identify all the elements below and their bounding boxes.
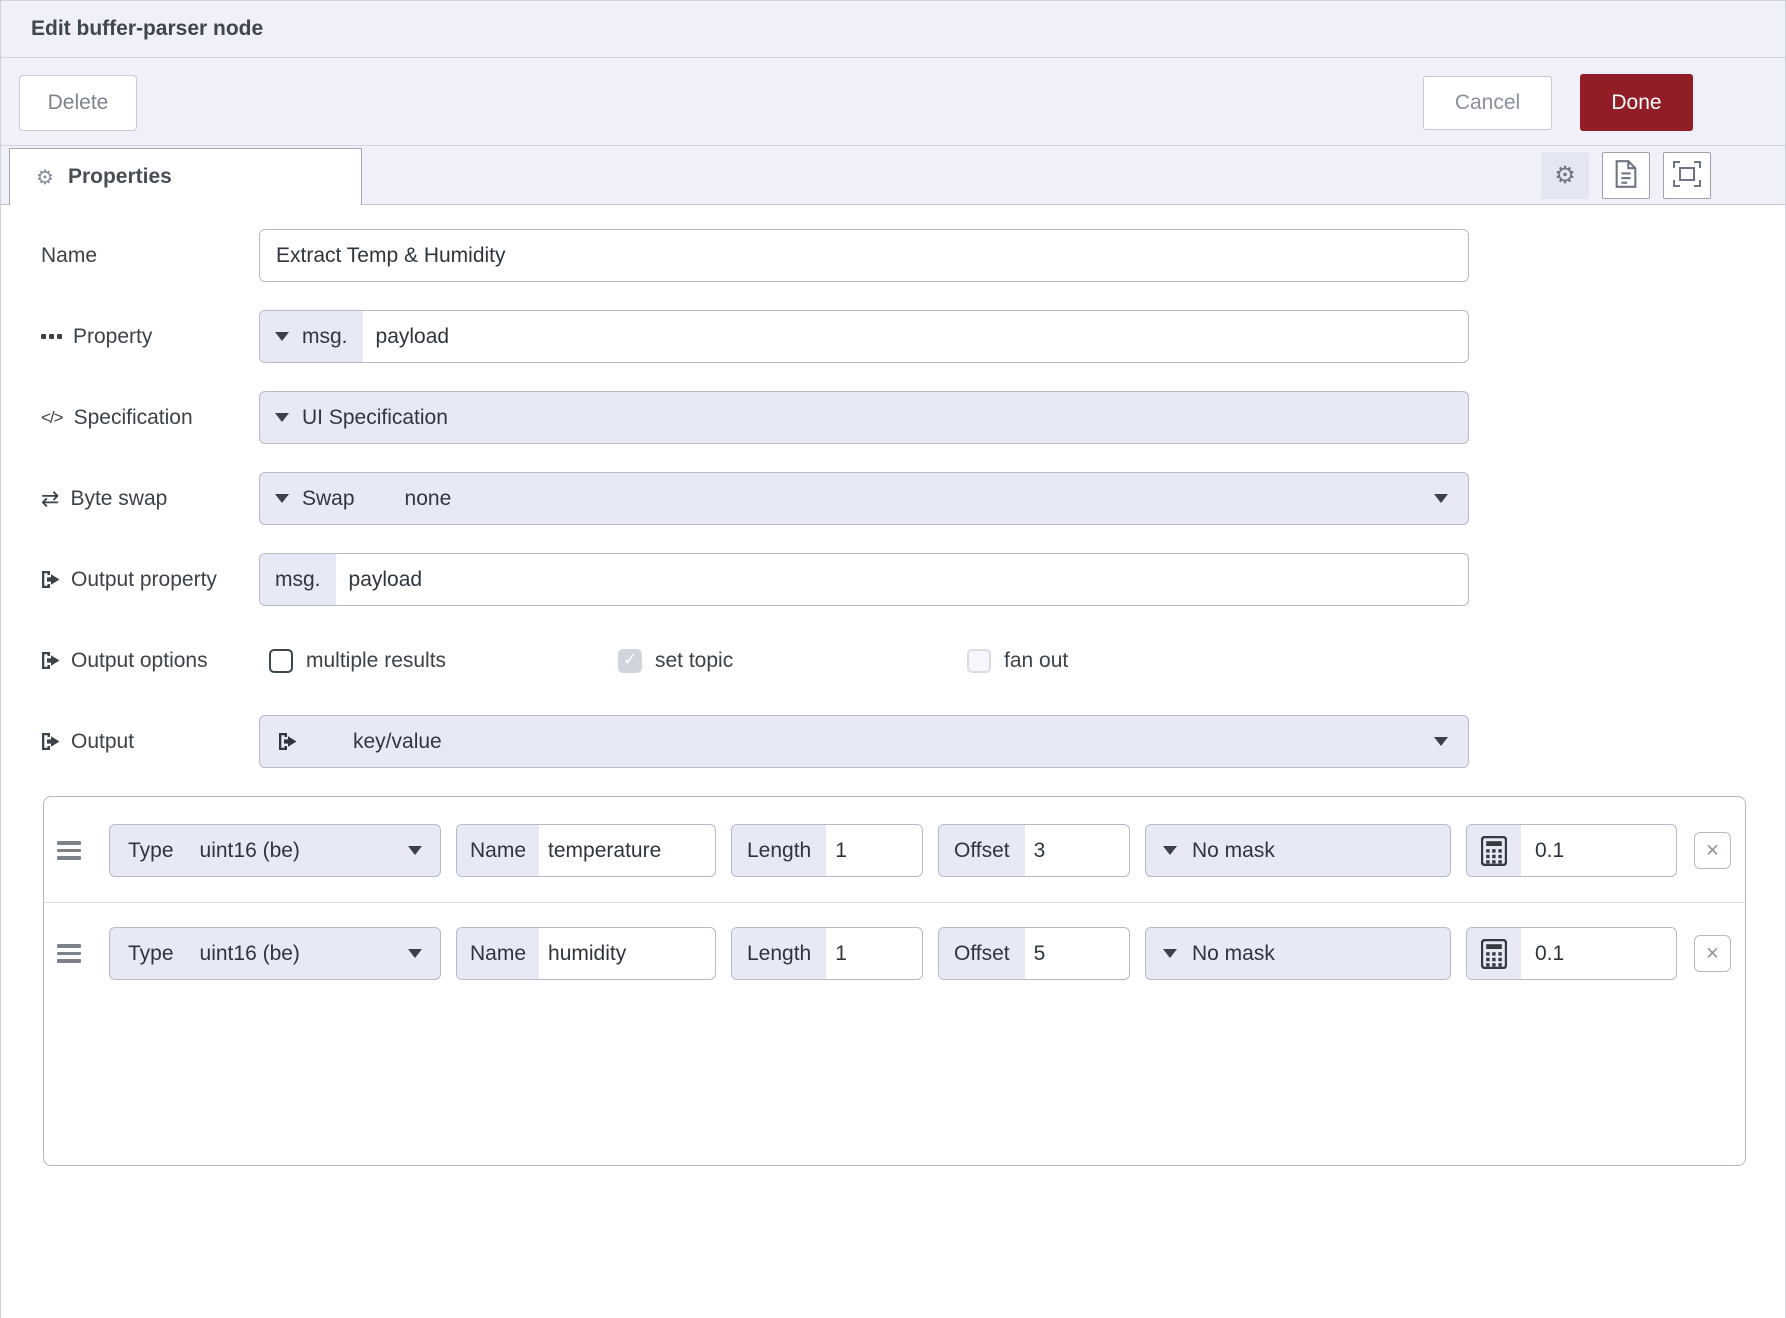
swap-arrows-icon: ⇄ [41,486,59,512]
resize-frame-icon [1672,160,1702,191]
output-property-type[interactable]: msg. [260,554,336,605]
cancel-button[interactable]: Cancel [1423,76,1552,130]
item-name-field[interactable]: Name [456,927,716,980]
item-scale-input[interactable] [1535,942,1676,966]
chevron-down-icon [275,494,289,503]
property-type-select[interactable]: msg. [260,311,363,362]
item-mask-select[interactable]: No mask [1145,927,1451,980]
properties-form: Name Property msg. [1,205,1785,1166]
sign-out-icon [41,652,60,669]
drag-handle-icon[interactable] [57,841,81,860]
option-fan-out[interactable]: fan out [967,649,1316,673]
property-label: Property [41,325,259,349]
tab-bar: ⚙ Properties ⚙ [1,146,1785,205]
name-field[interactable] [259,229,1469,282]
done-button[interactable]: Done [1580,74,1693,131]
item-mask-select[interactable]: No mask [1145,824,1451,877]
checkbox-fan-out[interactable] [967,649,991,673]
chevron-down-icon [408,846,422,855]
item-type-value: uint16 (be) [200,839,300,863]
byte-swap-label: ⇄ Byte swap [41,486,259,512]
item-mask-value: No mask [1192,839,1275,863]
option-set-topic[interactable]: set topic [618,649,967,673]
sign-out-icon [41,733,60,750]
item-mask-value: No mask [1192,942,1275,966]
specification-value: UI Specification [302,406,448,430]
option-multiple-results[interactable]: multiple results [269,649,618,673]
byte-swap-prefix: Swap [302,487,355,511]
chevron-down-icon [275,332,289,341]
item-offset-input[interactable] [1034,839,1129,863]
item-name-field[interactable]: Name [456,824,716,877]
specification-label: </> Specification [41,406,259,430]
chevron-down-icon [275,413,289,422]
chevron-down-icon [1434,494,1448,503]
item-type-value: uint16 (be) [200,942,300,966]
item-scale-input[interactable] [1535,839,1676,863]
item-length-field[interactable]: Length [731,927,923,980]
item-type-select[interactable]: Type uint16 (be) [109,927,441,980]
checkbox-set-topic[interactable] [618,649,642,673]
drag-handle-icon[interactable] [57,944,81,963]
gear-icon: ⚙ [1554,161,1576,190]
code-icon: </> [41,408,63,428]
item-offset-field[interactable]: Offset [938,824,1130,877]
delete-button[interactable]: Delete [19,75,137,131]
property-input[interactable] [376,325,1468,349]
output-property-input[interactable] [349,568,1468,592]
chevron-down-icon [1163,949,1177,958]
sign-out-icon [41,571,60,588]
page-title: Edit buffer-parser node [31,17,263,41]
remove-item-button[interactable]: ✕ [1694,832,1731,869]
parser-items-list: Type uint16 (be) Name Length [43,796,1746,1166]
close-icon: ✕ [1705,944,1719,964]
item-name-input[interactable] [548,839,715,863]
byte-swap-select[interactable]: Swap none [259,472,1469,525]
dialog-header: Edit buffer-parser node [1,1,1785,58]
item-scale-field[interactable] [1466,927,1677,980]
chevron-down-icon [408,949,422,958]
item-length-field[interactable]: Length [731,824,923,877]
item-scale-field[interactable] [1466,824,1677,877]
document-icon [1614,160,1638,191]
output-property-field[interactable]: msg. [259,553,1469,606]
chevron-down-icon [1434,737,1448,746]
item-type-select[interactable]: Type uint16 (be) [109,824,441,877]
remove-item-button[interactable]: ✕ [1694,935,1731,972]
action-bar: Delete Cancel Done [1,58,1785,146]
checkbox-multiple-results[interactable] [269,649,293,673]
item-name-input[interactable] [548,942,715,966]
properties-view-button[interactable]: ⚙ [1541,152,1589,199]
tab-properties-label: Properties [68,165,172,189]
close-icon: ✕ [1705,841,1719,861]
calculator-icon [1467,825,1521,876]
item-length-input[interactable] [835,942,922,966]
tab-properties[interactable]: ⚙ Properties [9,148,362,205]
name-input[interactable] [276,244,1468,268]
parser-item-row: Type uint16 (be) Name Length [44,822,1745,879]
item-offset-input[interactable] [1034,942,1129,966]
ellipsis-icon [41,334,62,339]
item-offset-field[interactable]: Offset [938,927,1130,980]
appearance-view-button[interactable] [1663,152,1711,199]
item-divider [44,902,1745,903]
gear-icon: ⚙ [36,165,54,190]
chevron-down-icon [1163,846,1177,855]
item-length-input[interactable] [835,839,922,863]
specification-select[interactable]: UI Specification [259,391,1469,444]
output-label: Output [41,730,259,754]
description-view-button[interactable] [1602,152,1650,199]
sign-out-icon [278,733,297,750]
output-property-label: Output property [41,568,259,592]
calculator-icon [1467,928,1521,979]
byte-swap-value: none [405,487,452,511]
property-field[interactable]: msg. [259,310,1469,363]
output-options-label: Output options [41,649,259,673]
name-label: Name [41,244,259,268]
parser-item-row: Type uint16 (be) Name Length [44,925,1745,982]
output-value: key/value [353,730,442,754]
output-select[interactable]: key/value [259,715,1469,768]
edit-node-dialog: Edit buffer-parser node Delete Cancel Do… [0,0,1786,1318]
